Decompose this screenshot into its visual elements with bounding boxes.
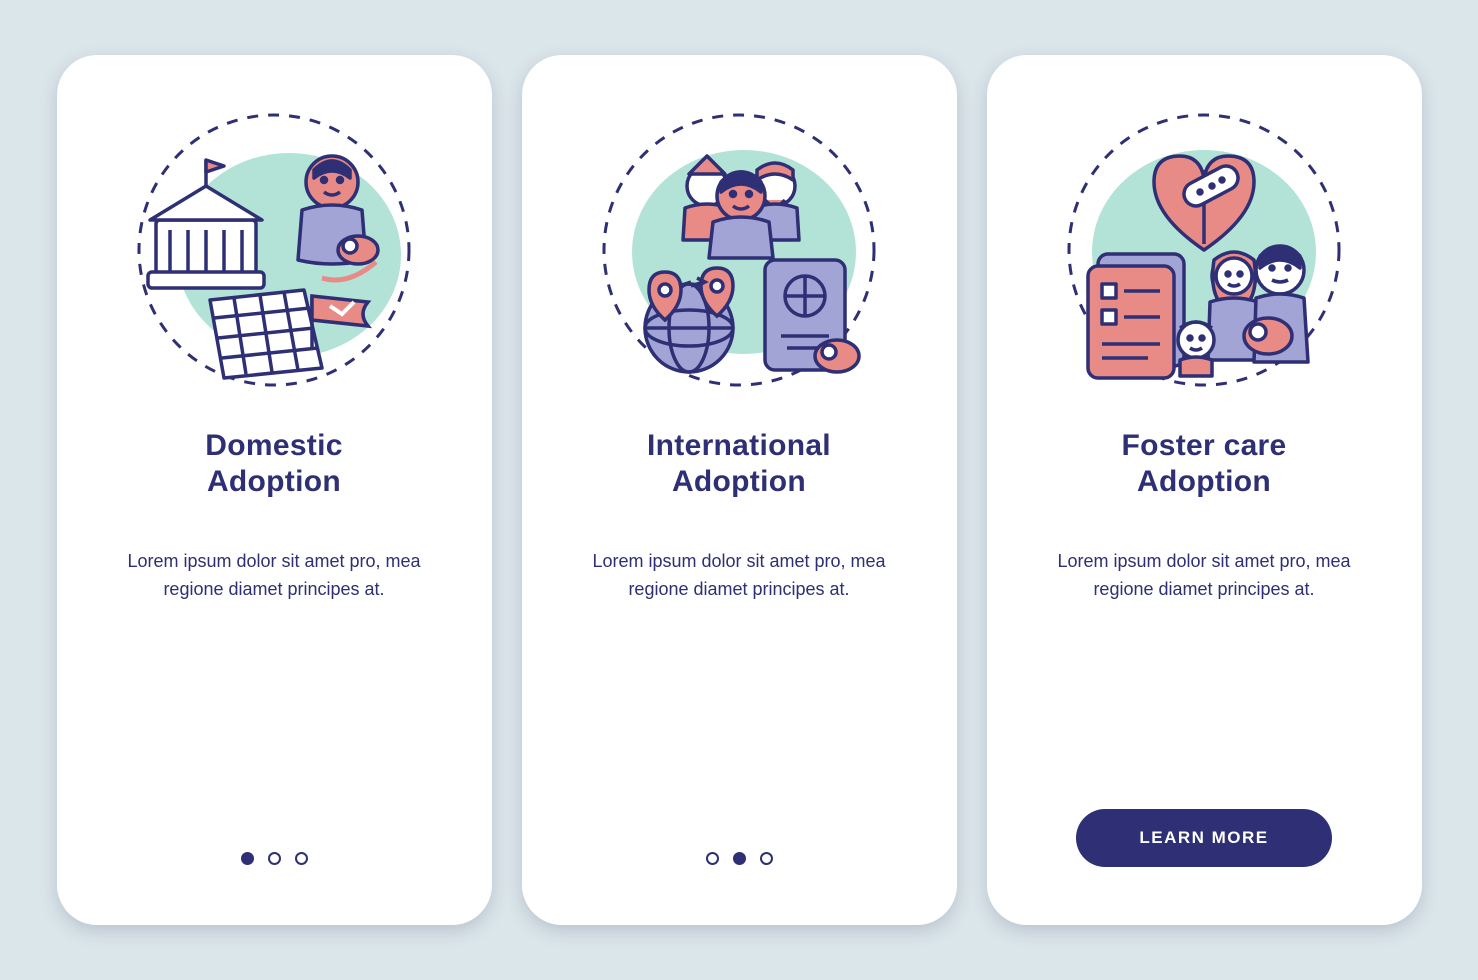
screen-title: Domestic Adoption <box>205 428 342 500</box>
domestic-adoption-icon <box>114 100 434 400</box>
foster-care-adoption-icon <box>1044 100 1364 400</box>
screen-body: Lorem ipsum dolor sit amet pro, mea regi… <box>547 548 932 604</box>
page-indicator <box>241 852 308 895</box>
page-dot-3[interactable] <box>295 852 308 865</box>
screen-body: Lorem ipsum dolor sit amet pro, mea regi… <box>1012 548 1397 604</box>
learn-more-button[interactable]: LEARN MORE <box>1076 809 1332 867</box>
page-dot-3[interactable] <box>760 852 773 865</box>
onboarding-screen-international: International Adoption Lorem ipsum dolor… <box>522 55 957 925</box>
page-dot-1[interactable] <box>241 852 254 865</box>
screen-body: Lorem ipsum dolor sit amet pro, mea regi… <box>82 548 467 604</box>
onboarding-screen-foster: Foster care Adoption Lorem ipsum dolor s… <box>987 55 1422 925</box>
screen-title: Foster care Adoption <box>1121 428 1286 500</box>
screen-title: International Adoption <box>647 428 831 500</box>
onboarding-screen-domestic: Domestic Adoption Lorem ipsum dolor sit … <box>57 55 492 925</box>
page-dot-2[interactable] <box>733 852 746 865</box>
page-indicator <box>706 852 773 895</box>
international-adoption-icon <box>579 100 899 400</box>
page-dot-2[interactable] <box>268 852 281 865</box>
page-dot-1[interactable] <box>706 852 719 865</box>
